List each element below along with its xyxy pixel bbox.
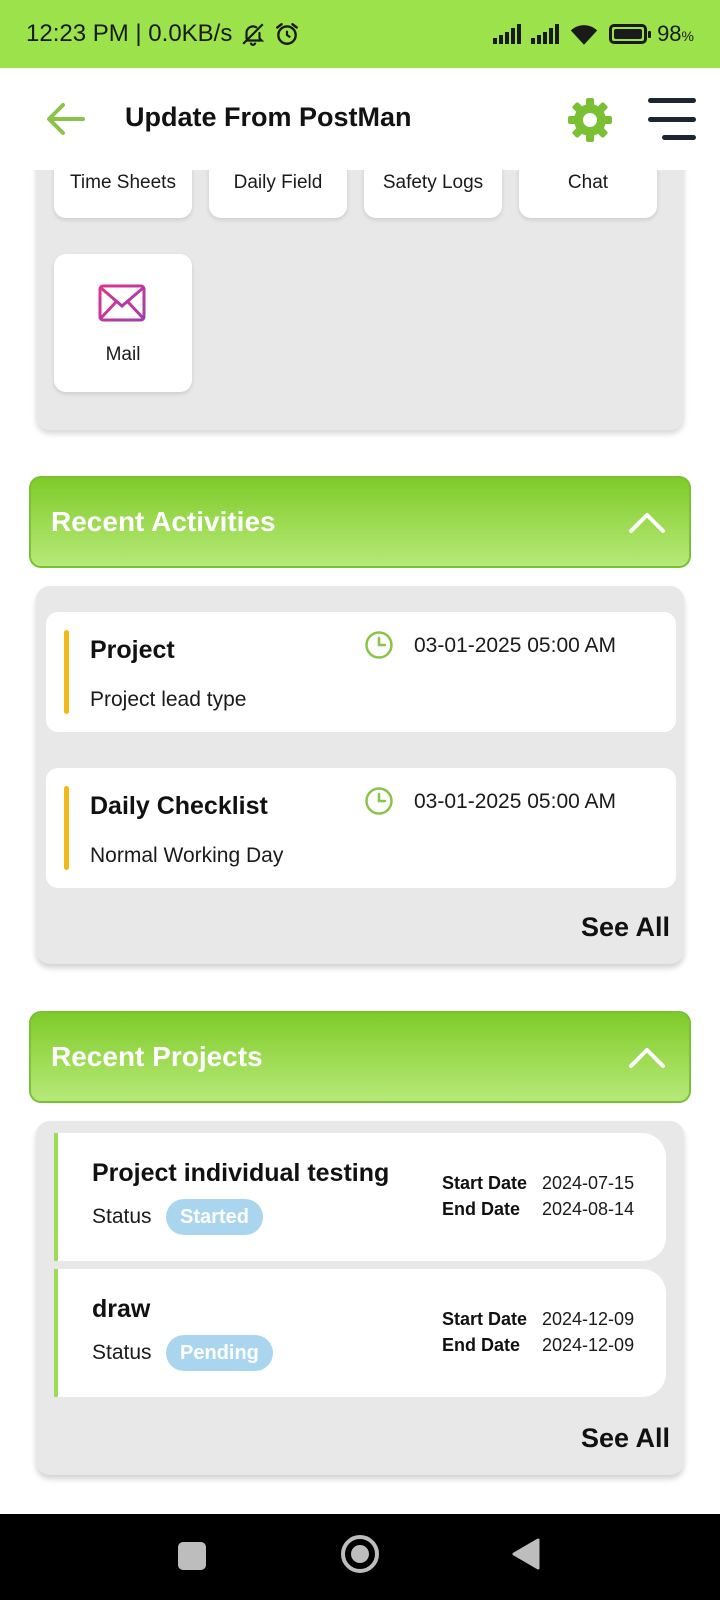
gear-icon	[568, 98, 612, 142]
recent-activities-panel: Project Project lead type 03-01-2025 05:…	[36, 586, 684, 964]
project-card[interactable]: draw Status Pending Start Date 2024-12-09…	[54, 1269, 666, 1397]
settings-button[interactable]	[566, 96, 614, 144]
modules-panel: Time Sheets Daily Field Safety Logs Chat…	[36, 150, 684, 430]
back-nav-button[interactable]	[510, 1536, 542, 1572]
status-badge: Pending	[166, 1335, 273, 1371]
section-title: Recent Projects	[51, 1041, 263, 1072]
app-header: Update From PostMan	[0, 68, 720, 170]
activity-subtitle: Normal Working Day	[90, 844, 284, 867]
bell-off-icon	[242, 23, 265, 46]
activity-time: 03-01-2025 05:00 AM	[414, 790, 616, 813]
status-bar: 12:23 PM | 0.0KB/s 98%	[0, 0, 720, 68]
start-date-value: 2024-12-09	[542, 1309, 635, 1329]
project-card[interactable]: Project individual testing Status Starte…	[54, 1133, 666, 1261]
end-date-value: 2024-12-09	[542, 1335, 635, 1355]
menu-button[interactable]	[646, 98, 696, 140]
signal-icon	[493, 24, 522, 44]
mail-icon	[98, 284, 146, 322]
wifi-icon	[570, 25, 598, 45]
page-title: Update From PostMan	[125, 102, 412, 132]
see-all-projects-link[interactable]: See All	[581, 1423, 670, 1454]
status-time: 12:23 PM | 0.0KB/s	[26, 20, 233, 47]
activity-card[interactable]: Daily Checklist Normal Working Day 03-01…	[46, 768, 676, 888]
clock-icon	[365, 631, 393, 659]
battery-level: 98%	[657, 21, 694, 46]
recent-projects-header[interactable]: Recent Projects	[29, 1011, 691, 1103]
activity-time: 03-01-2025 05:00 AM	[414, 634, 616, 657]
end-date-value: 2024-08-14	[542, 1199, 635, 1219]
end-date-label: End Date	[442, 1199, 521, 1219]
system-nav-bar	[0, 1514, 720, 1600]
menu-icon	[648, 98, 696, 103]
chevron-up-icon[interactable]	[627, 507, 667, 537]
activity-card[interactable]: Project Project lead type 03-01-2025 05:…	[46, 612, 676, 732]
status-label: Status	[92, 1205, 152, 1228]
status-badge: Started	[166, 1199, 263, 1235]
arrow-left-icon	[47, 103, 85, 135]
recent-activities-header[interactable]: Recent Activities	[29, 476, 691, 568]
status-label: Status	[92, 1341, 152, 1364]
alarm-icon	[276, 23, 299, 45]
recent-projects-panel: Project individual testing Status Starte…	[36, 1121, 684, 1475]
chevron-up-icon[interactable]	[627, 1042, 667, 1072]
project-name: Project individual testing	[92, 1159, 390, 1187]
start-date-label: Start Date	[442, 1173, 528, 1193]
end-date-label: End Date	[442, 1335, 521, 1355]
section-title: Recent Activities	[51, 506, 276, 537]
project-name: draw	[92, 1295, 151, 1323]
clock-icon	[365, 787, 393, 815]
activity-subtitle: Project lead type	[90, 688, 247, 711]
recents-button[interactable]	[178, 1542, 206, 1570]
module-mail[interactable]: Mail	[54, 254, 192, 392]
home-button[interactable]	[340, 1534, 380, 1574]
start-date-label: Start Date	[442, 1309, 528, 1329]
activity-title: Daily Checklist	[90, 792, 268, 820]
see-all-activities-link[interactable]: See All	[581, 912, 670, 943]
back-button[interactable]	[44, 98, 86, 140]
activity-title: Project	[90, 636, 175, 664]
signal-icon	[531, 24, 560, 44]
start-date-value: 2024-07-15	[542, 1173, 635, 1193]
battery-icon	[609, 24, 652, 44]
